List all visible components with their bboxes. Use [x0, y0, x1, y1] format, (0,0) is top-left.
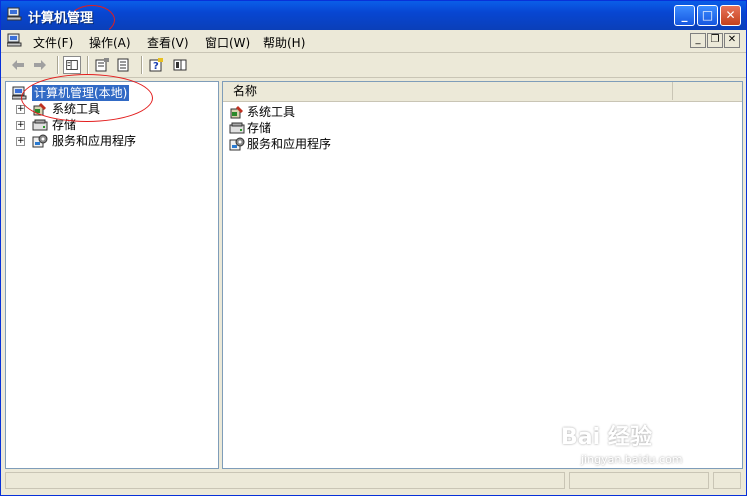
- maximize-button[interactable]: □: [697, 5, 718, 26]
- watermark: Bai 经验 jingyan.baidu.com: [561, 419, 683, 466]
- expand-icon[interactable]: +: [16, 121, 25, 130]
- svg-text:?: ?: [153, 61, 159, 72]
- list-item-label: 服务和应用程序: [247, 137, 332, 151]
- help-icon[interactable]: ?: [147, 56, 165, 74]
- toolbar-separator: [141, 56, 143, 74]
- menu-action[interactable]: 操作(A): [89, 34, 131, 51]
- column-header-name[interactable]: 名称: [223, 82, 673, 100]
- status-cell: [5, 472, 565, 489]
- status-cell: [713, 472, 741, 489]
- watermark-url: jingyan.baidu.com: [581, 453, 683, 466]
- tree-item-services[interactable]: + 服务和应用程序: [10, 133, 210, 149]
- services-icon: [229, 137, 245, 151]
- list-item-label: 存储: [247, 121, 272, 135]
- expand-icon[interactable]: +: [16, 137, 25, 146]
- tree-pane[interactable]: 计算机管理(本地) + 系统工具 + 存储 + 服务和应用程序: [5, 81, 219, 469]
- computer-management-window: 计算机管理 _ □ ✕ 文件(F) 操作(A) 查看(V) 窗口(W) 帮助(H…: [0, 0, 747, 496]
- expand-icon[interactable]: +: [16, 105, 25, 114]
- menu-view[interactable]: 查看(V): [147, 34, 189, 51]
- close-button[interactable]: ✕: [720, 5, 741, 26]
- column-header-bar: 名称: [223, 82, 742, 102]
- menu-bar: 文件(F) 操作(A) 查看(V) 窗口(W) 帮助(H) _ ❐ ✕: [1, 30, 746, 53]
- tree-item-label: 服务和应用程序: [52, 134, 137, 148]
- list-item-label: 系统工具: [247, 105, 296, 119]
- show-hide-tree-icon[interactable]: [63, 56, 81, 74]
- status-cell: [569, 472, 709, 489]
- menu-window[interactable]: 窗口(W): [205, 34, 250, 51]
- services-icon: [32, 134, 48, 148]
- mdi-close-button[interactable]: ✕: [724, 33, 740, 48]
- mdi-minimize-button[interactable]: _: [690, 33, 706, 48]
- menu-file[interactable]: 文件(F): [33, 34, 73, 51]
- properties-icon[interactable]: [93, 56, 111, 74]
- mdi-restore-button[interactable]: ❐: [707, 33, 723, 48]
- toolbar-separator: [57, 56, 59, 74]
- list-pane[interactable]: 名称 系统工具 存储 服务和应用程序: [222, 81, 743, 469]
- computer-icon[interactable]: [7, 33, 23, 47]
- minimize-button[interactable]: _: [674, 5, 695, 26]
- back-icon[interactable]: [9, 56, 27, 74]
- export-list-icon[interactable]: [115, 56, 133, 74]
- storage-icon: [32, 119, 48, 131]
- watermark-brand: Bai 经验: [561, 425, 652, 450]
- computer-icon: [7, 7, 22, 21]
- storage-icon: [229, 122, 245, 134]
- toolbar-separator: [87, 56, 89, 74]
- toolbar: ?: [1, 53, 746, 78]
- forward-icon[interactable]: [31, 56, 49, 74]
- show-hide-action-pane-icon[interactable]: [171, 56, 189, 74]
- mdi-controls: _ ❐ ✕: [690, 33, 740, 49]
- menu-help[interactable]: 帮助(H): [263, 34, 305, 51]
- annotation-circle: [21, 74, 153, 122]
- status-bar: [5, 470, 743, 492]
- tools-icon: [230, 106, 243, 119]
